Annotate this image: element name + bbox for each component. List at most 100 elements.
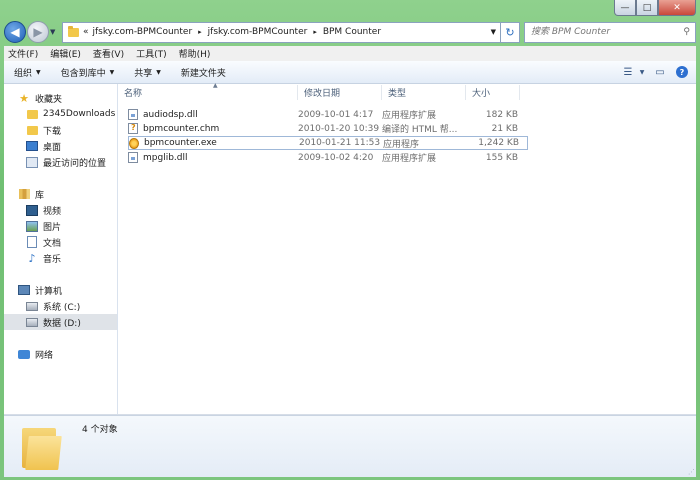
- chevron-down-icon: ▼: [36, 68, 41, 76]
- video-library-icon: [26, 204, 38, 216]
- document-library-icon: [27, 236, 37, 248]
- recent-pages-dropdown[interactable]: ▼: [50, 28, 58, 36]
- favorites-group: ★ 收藏夹 2345Downloads 下载 桌面 最近访问的位置: [4, 90, 117, 170]
- nav-label: 文档: [43, 238, 62, 249]
- file-name: mpglib.dll: [143, 152, 188, 163]
- include-in-library-label: 包含到库中: [60, 68, 106, 79]
- breadcrumb: jfsky.com-BPMCounter ▸ jfsky.com-BPMCoun…: [93, 27, 382, 37]
- file-size: 21 KB: [491, 123, 518, 134]
- breadcrumb-item[interactable]: jfsky.com-BPMCounter: [208, 27, 308, 37]
- file-row[interactable]: bpmcounter.chm 2010-01-20 10:39 编译的 HTML…: [128, 122, 528, 135]
- nav-item-pictures[interactable]: 图片: [4, 218, 117, 234]
- nav-computer[interactable]: 计算机: [4, 282, 117, 298]
- view-controls: ☰ ▼ ▭ ?: [614, 65, 690, 79]
- menu-edit[interactable]: 编辑(E): [50, 47, 81, 60]
- breadcrumb-separator-icon[interactable]: ▸: [198, 28, 202, 36]
- preview-pane-icon[interactable]: ▭: [652, 65, 668, 79]
- nav-favorites[interactable]: ★ 收藏夹: [4, 90, 117, 106]
- search-input[interactable]: [529, 26, 673, 38]
- nav-libraries[interactable]: 库: [4, 186, 117, 202]
- menu-view[interactable]: 查看(V): [93, 47, 124, 60]
- network-icon: [18, 349, 30, 359]
- picture-library-icon: [26, 220, 38, 232]
- menu-help[interactable]: 帮助(H): [179, 47, 211, 60]
- column-label: 大小: [472, 89, 491, 99]
- share-button[interactable]: 共享 ▼: [134, 66, 161, 79]
- menu-bar: 文件(F) 编辑(E) 查看(V) 工具(T) 帮助(H): [4, 46, 696, 61]
- menu-file[interactable]: 文件(F): [8, 47, 38, 60]
- address-bar[interactable]: « jfsky.com-BPMCounter ▸ jfsky.com-BPMCo…: [62, 21, 501, 43]
- maximize-button[interactable]: □: [636, 0, 658, 16]
- forward-button[interactable]: ▶: [27, 21, 49, 43]
- organize-button[interactable]: 组织 ▼: [14, 66, 41, 79]
- minimize-button[interactable]: —: [614, 0, 636, 16]
- resize-grip-icon[interactable]: ⋰: [688, 468, 695, 476]
- refresh-button[interactable]: ↻: [501, 21, 520, 43]
- view-options-icon[interactable]: ☰: [620, 65, 636, 79]
- command-bar: 组织 ▼ 包含到库中 ▼ 共享 ▼ 新建文件夹 ☰ ▼ ▭ ?: [4, 61, 696, 84]
- help-button[interactable]: ?: [674, 65, 690, 79]
- menu-tools[interactable]: 工具(T): [136, 47, 167, 60]
- item-count: 4 个对象: [82, 425, 118, 435]
- view-dropdown-icon[interactable]: ▼: [638, 65, 646, 79]
- help-file-icon: [128, 123, 138, 134]
- search-box[interactable]: ⚲: [524, 21, 696, 43]
- star-icon: ★: [19, 91, 29, 105]
- file-row[interactable]: mpglib.dll 2009-10-02 4:20 应用程序扩展 155 KB: [128, 151, 528, 164]
- file-type: 编译的 HTML 帮...: [382, 125, 458, 135]
- nav-item-drive-d[interactable]: 数据 (D:): [4, 314, 117, 330]
- new-folder-button[interactable]: 新建文件夹: [181, 66, 226, 79]
- search-icon: ⚲: [683, 27, 690, 37]
- network-group: 网络: [4, 346, 117, 362]
- nav-label: 音乐: [43, 254, 62, 265]
- navigation-pane: ★ 收藏夹 2345Downloads 下载 桌面 最近访问的位置 库 视频 图片…: [4, 84, 118, 414]
- nav-item-downloads[interactable]: 下载: [4, 122, 117, 138]
- nav-network[interactable]: 网络: [4, 346, 117, 362]
- file-date: 2010-01-21 11:53: [299, 138, 381, 148]
- nav-label: 库: [35, 190, 45, 201]
- nav-label: 下载: [43, 126, 62, 137]
- nav-item-recent-places[interactable]: 最近访问的位置: [4, 154, 117, 170]
- column-type[interactable]: 类型: [382, 85, 466, 100]
- nav-label: 收藏夹: [35, 94, 63, 105]
- column-date-modified[interactable]: 修改日期: [298, 85, 382, 100]
- file-row[interactable]: bpmcounter.exe 2010-01-21 11:53 应用程序 1,2…: [128, 136, 528, 150]
- close-button[interactable]: ✕: [658, 0, 696, 16]
- file-size: 155 KB: [485, 152, 518, 163]
- share-label: 共享: [134, 68, 153, 79]
- dll-file-icon: [128, 152, 138, 163]
- file-row[interactable]: audiodsp.dll 2009-10-01 4:17 应用程序扩展 182 …: [128, 108, 528, 121]
- chevron-down-icon: ▼: [156, 68, 161, 76]
- breadcrumb-separator-icon[interactable]: ▸: [313, 28, 317, 36]
- nav-item-documents[interactable]: 文档: [4, 234, 117, 250]
- address-overflow[interactable]: «: [83, 27, 89, 37]
- nav-item-2345downloads[interactable]: 2345Downloads: [4, 106, 117, 122]
- music-note-icon: ♪: [28, 251, 36, 265]
- column-label: 类型: [388, 89, 407, 99]
- arrow-left-icon: ◀: [10, 25, 20, 39]
- nav-item-videos[interactable]: 视频: [4, 202, 117, 218]
- explorer-window: — □ ✕ ◀ ▶ ▼ « jfsky.com-BPMCounter ▸ jfs…: [0, 0, 700, 480]
- column-label: 名称: [124, 89, 143, 99]
- breadcrumb-item[interactable]: BPM Counter: [323, 27, 381, 37]
- application-icon: [129, 137, 139, 149]
- file-name: audiodsp.dll: [143, 109, 198, 120]
- download-folder-icon: [26, 125, 38, 135]
- sort-ascending-icon: ▲: [213, 82, 218, 89]
- breadcrumb-item[interactable]: jfsky.com-BPMCounter: [93, 27, 193, 37]
- column-size[interactable]: 大小: [466, 85, 520, 100]
- nav-item-desktop[interactable]: 桌面: [4, 138, 117, 154]
- nav-item-drive-c[interactable]: 系统 (C:): [4, 298, 117, 314]
- include-in-library-button[interactable]: 包含到库中 ▼: [61, 66, 115, 79]
- nav-item-music[interactable]: ♪ 音乐: [4, 250, 117, 266]
- chevron-down-icon[interactable]: ▼: [491, 28, 496, 36]
- nav-label: 网络: [35, 350, 54, 361]
- folder-icon: [26, 109, 38, 119]
- back-button[interactable]: ◀: [4, 21, 26, 43]
- file-name: bpmcounter.chm: [143, 123, 220, 134]
- library-icon: [18, 189, 30, 199]
- arrow-right-icon: ▶: [33, 25, 43, 39]
- computer-icon: [18, 285, 30, 295]
- column-name[interactable]: 名称 ▲: [118, 82, 298, 100]
- folder-icon: [68, 25, 79, 37]
